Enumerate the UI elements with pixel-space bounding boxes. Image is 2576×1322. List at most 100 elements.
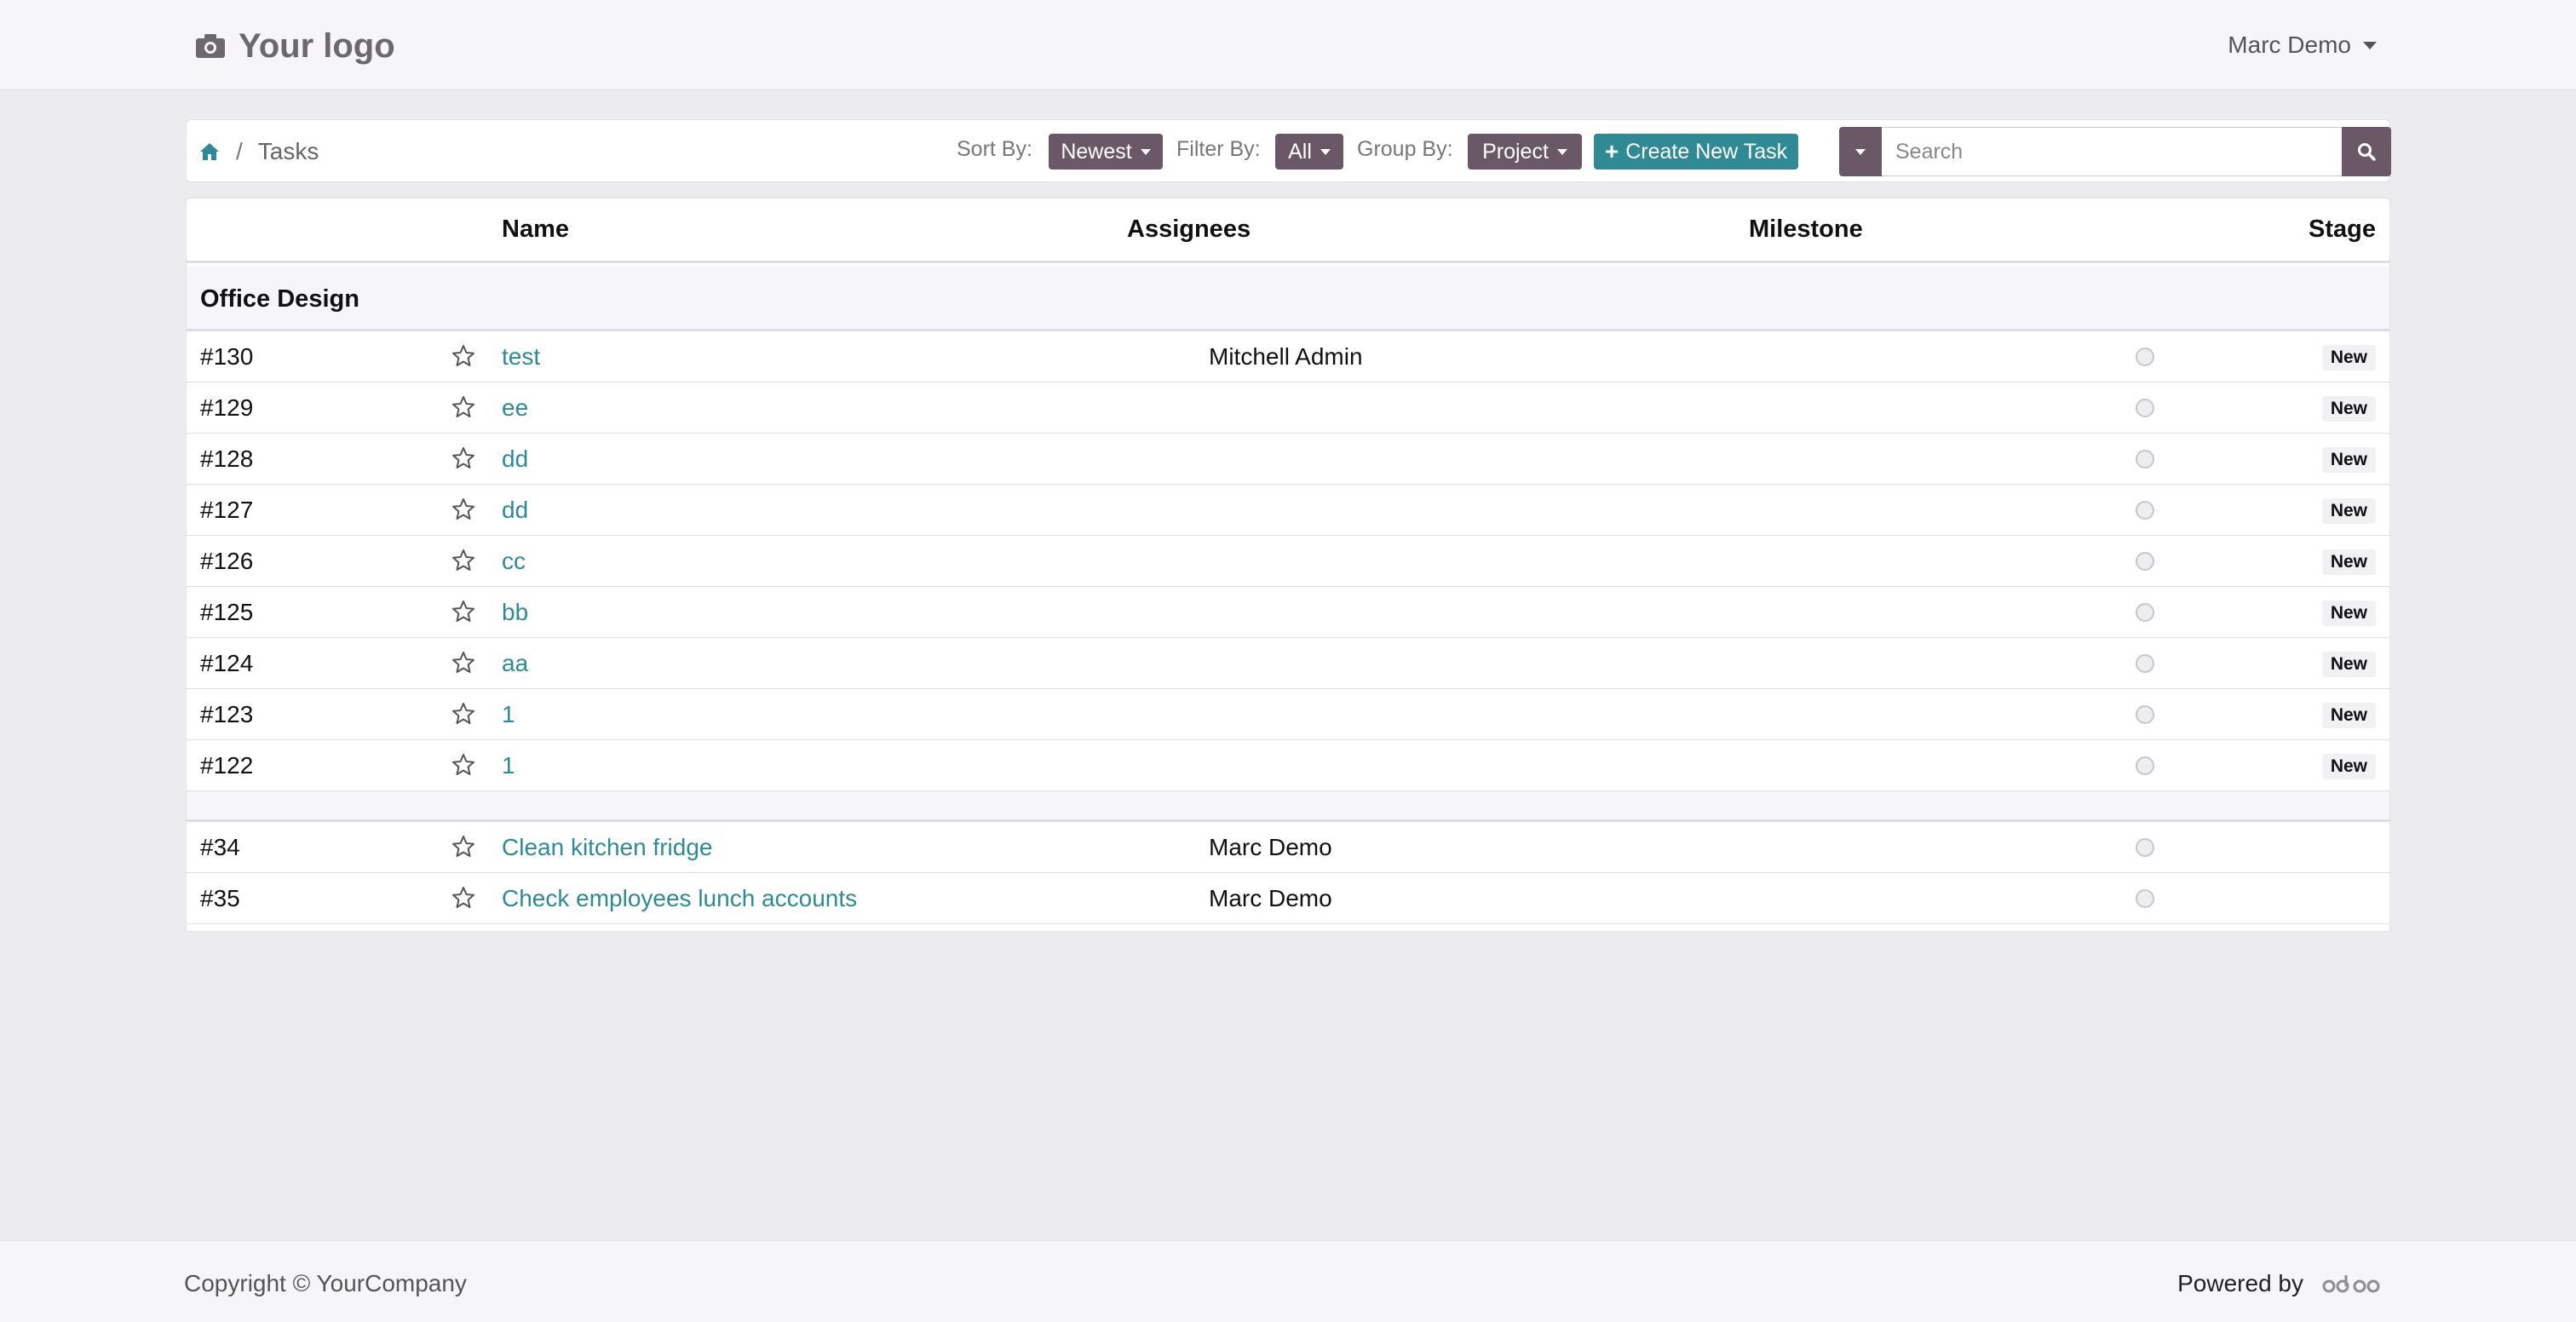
star-icon[interactable] xyxy=(451,834,476,859)
task-assignee: Marc Demo xyxy=(1209,885,1332,911)
column-header-assignees[interactable]: Assignees xyxy=(1127,216,1251,244)
star-icon[interactable] xyxy=(451,650,476,675)
task-status-indicator[interactable] xyxy=(2136,501,2154,520)
column-header-name[interactable]: Name xyxy=(502,216,569,244)
footer: Copyright © YourCompany Powered by xyxy=(0,1240,2576,1322)
company-logo[interactable]: Your logo xyxy=(194,20,395,72)
task-name-link[interactable]: Clean kitchen fridge xyxy=(502,834,712,861)
user-name: Marc Demo xyxy=(2228,32,2351,58)
tasks-table: Name Assignees Milestone Stage Office De… xyxy=(186,198,2390,932)
task-status-indicator[interactable] xyxy=(2136,705,2154,724)
logo-text: Your logo xyxy=(239,26,395,65)
star-icon[interactable] xyxy=(451,701,476,727)
task-name-link[interactable]: ee xyxy=(502,394,528,422)
task-name-link[interactable]: dd xyxy=(502,445,528,473)
table-row[interactable]: #123 1 New xyxy=(187,689,2389,740)
breadcrumb: / Tasks xyxy=(198,120,319,183)
search-icon xyxy=(2358,143,2376,161)
caret-down-icon xyxy=(1140,148,1151,155)
star-icon[interactable] xyxy=(451,548,476,573)
group-header-row[interactable]: Office Design xyxy=(187,267,2389,331)
task-status-indicator[interactable] xyxy=(2136,838,2154,857)
control-bar: / Tasks Sort By: Newest Filter By: All G… xyxy=(186,119,2391,183)
task-id: #123 xyxy=(200,701,254,727)
search-button[interactable] xyxy=(2342,127,2391,176)
star-icon[interactable] xyxy=(451,497,476,522)
filter-value: All xyxy=(1288,139,1312,164)
task-status-indicator[interactable] xyxy=(2136,654,2154,673)
task-name-link[interactable]: 1 xyxy=(502,701,515,728)
task-name-link[interactable]: bb xyxy=(502,599,528,626)
task-id: #35 xyxy=(200,885,240,911)
task-id: #126 xyxy=(200,548,254,574)
table-row[interactable]: #125 bb New xyxy=(187,587,2389,638)
stage-badge: New xyxy=(2321,345,2376,371)
search-options-toggle[interactable] xyxy=(1839,127,1882,176)
table-row[interactable]: #129 ee New xyxy=(187,382,2389,434)
table-row[interactable]: #122 1 New xyxy=(187,740,2389,791)
column-header-stage[interactable]: Stage xyxy=(2309,216,2376,244)
task-id: #130 xyxy=(200,343,254,370)
home-icon[interactable] xyxy=(198,141,221,163)
filter-dropdown[interactable]: All xyxy=(1275,134,1343,170)
star-icon[interactable] xyxy=(451,445,476,471)
task-id: #125 xyxy=(200,599,254,625)
table-row[interactable]: #126 cc New xyxy=(187,536,2389,587)
group-title: Office Design xyxy=(200,285,359,313)
table-row[interactable]: #128 dd New xyxy=(187,434,2389,485)
group-value: Project xyxy=(1482,139,1549,164)
star-icon[interactable] xyxy=(451,394,476,420)
powered-by-label: Powered by xyxy=(2177,1270,2303,1296)
create-button-label: Create New Task xyxy=(1625,139,1788,164)
table-row[interactable]: #130 test Mitchell Admin New xyxy=(187,331,2389,382)
task-status-indicator[interactable] xyxy=(2136,348,2154,366)
star-icon[interactable] xyxy=(451,885,476,911)
table-row[interactable]: #124 aa New xyxy=(187,638,2389,689)
breadcrumb-separator: / xyxy=(236,138,243,164)
task-assignee: Marc Demo xyxy=(1209,834,1332,860)
task-id: #122 xyxy=(200,752,254,779)
table-row[interactable]: #127 dd New xyxy=(187,485,2389,536)
task-name-link[interactable]: aa xyxy=(502,650,528,677)
task-status-indicator[interactable] xyxy=(2136,603,2154,622)
search-input[interactable] xyxy=(1882,127,2342,176)
powered-by[interactable]: Powered by xyxy=(2177,1267,2382,1301)
sort-dropdown[interactable]: Newest xyxy=(1049,134,1163,170)
stage-badge: New xyxy=(2321,498,2376,524)
stage-badge: New xyxy=(2321,703,2376,728)
task-name-link[interactable]: cc xyxy=(502,548,526,575)
star-icon[interactable] xyxy=(451,343,476,369)
group-label: Group By: xyxy=(1357,137,1453,161)
task-name-link[interactable]: test xyxy=(502,343,540,371)
task-status-indicator[interactable] xyxy=(2136,552,2154,571)
create-new-task-button[interactable]: + Create New Task xyxy=(1594,134,1798,170)
table-row[interactable]: #34 Clean kitchen fridge Marc Demo xyxy=(187,822,2389,873)
group-header-row[interactable] xyxy=(187,791,2389,822)
task-id: #129 xyxy=(200,394,254,421)
task-status-indicator[interactable] xyxy=(2136,399,2154,417)
sort-label: Sort By: xyxy=(957,137,1032,161)
task-id: #124 xyxy=(200,650,254,676)
stage-badge: New xyxy=(2321,447,2376,473)
stage-badge: New xyxy=(2321,652,2376,677)
task-name-link[interactable]: 1 xyxy=(502,752,515,779)
caret-down-icon xyxy=(1556,148,1567,155)
caret-down-icon xyxy=(1320,148,1331,155)
filter-label: Filter By: xyxy=(1176,137,1261,161)
star-icon[interactable] xyxy=(451,599,476,624)
task-assignee: Mitchell Admin xyxy=(1209,343,1363,370)
column-header-milestone[interactable]: Milestone xyxy=(1749,216,1863,244)
group-dropdown[interactable]: Project xyxy=(1468,134,1582,170)
task-status-indicator[interactable] xyxy=(2136,889,2154,908)
task-status-indicator[interactable] xyxy=(2136,450,2154,468)
copyright-text: Copyright © YourCompany xyxy=(184,1270,467,1296)
task-status-indicator[interactable] xyxy=(2136,756,2154,775)
task-id: #127 xyxy=(200,497,254,523)
task-name-link[interactable]: dd xyxy=(502,497,528,524)
user-menu-dropdown[interactable]: Marc Demo xyxy=(2228,26,2377,65)
table-row[interactable]: #35 Check employees lunch accounts Marc De… xyxy=(187,873,2389,924)
task-name-link[interactable]: Check employees lunch accounts xyxy=(502,885,857,912)
stage-badge: New xyxy=(2321,754,2376,779)
star-icon[interactable] xyxy=(451,752,476,778)
table-header: Name Assignees Milestone Stage xyxy=(187,198,2389,263)
